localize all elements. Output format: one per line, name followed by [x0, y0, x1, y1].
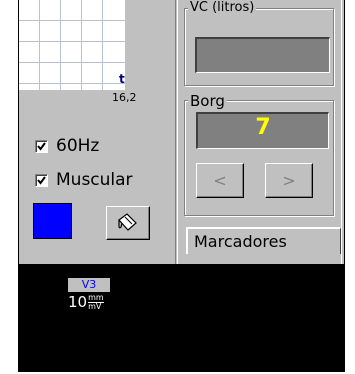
lead-label-badge[interactable]: V3 — [68, 278, 110, 292]
borg-next-button[interactable]: > — [265, 163, 313, 198]
gain-unit: mm mV — [88, 293, 104, 311]
checkbox-60hz-label: 60Hz — [56, 136, 100, 156]
mini-grid-chart: t 16,2 — [19, 0, 137, 113]
color-swatch[interactable] — [33, 203, 72, 239]
checkbox-muscular-box[interactable] — [35, 173, 48, 187]
checkmark-icon — [37, 141, 46, 151]
app-window: t 16,2 VC (litros) Borg 7 < > 60Hz Muscu… — [18, 0, 345, 372]
grid-lines — [19, 0, 125, 90]
checkbox-muscular-label: Muscular — [56, 170, 133, 190]
checkbox-muscular[interactable]: Muscular — [35, 170, 133, 190]
paint-bucket-button[interactable] — [106, 206, 150, 240]
borg-next-label: > — [282, 171, 296, 190]
gain-unit-denominator: mV — [88, 301, 102, 311]
tab-markers-label: Marcadores — [194, 232, 287, 251]
vc-group-title: VC (litros) — [188, 0, 257, 15]
paint-bucket-icon — [118, 213, 137, 231]
borg-prev-button[interactable]: < — [196, 163, 244, 198]
gain-value: 10 — [68, 293, 88, 311]
borg-display: 7 — [196, 112, 329, 149]
panel-divider — [175, 0, 178, 264]
vc-display — [195, 37, 330, 73]
borg-value: 7 — [255, 115, 271, 140]
right-edge — [341, 0, 344, 264]
heart-rate-value: 16,2 — [112, 91, 137, 104]
gain-label: 10 mm mV — [68, 293, 104, 311]
time-marker: t — [119, 72, 125, 86]
checkbox-60hz[interactable]: 60Hz — [35, 136, 99, 156]
borg-prev-label: < — [213, 171, 227, 190]
checkmark-icon — [37, 175, 46, 185]
tab-markers[interactable]: Marcadores — [186, 227, 341, 254]
checkbox-60hz-box[interactable] — [35, 139, 48, 153]
borg-group-title: Borg — [188, 92, 227, 110]
